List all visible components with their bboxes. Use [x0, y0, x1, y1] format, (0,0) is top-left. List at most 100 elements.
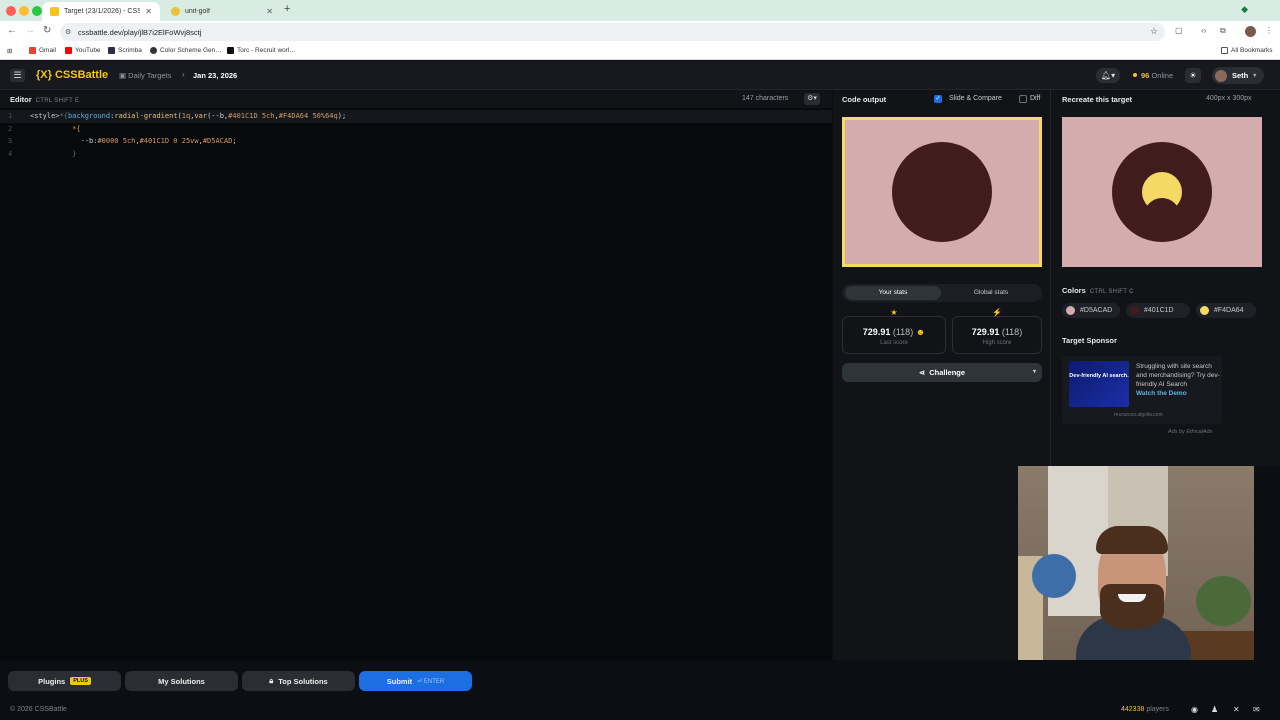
- address-bar[interactable]: cssbattle.dev/play/jlB7i2ElFoWvj8sctj: [60, 23, 1165, 41]
- colors-title: Colors CTRL SHIFT C: [1062, 286, 1134, 295]
- ad-image[interactable]: Dev-friendly AI search.: [1069, 361, 1129, 407]
- watch-demo-link[interactable]: Watch the Demo: [1136, 389, 1221, 398]
- target-image: [1062, 117, 1262, 267]
- share-icon: ⋖: [918, 368, 926, 377]
- players-count: 442338 players: [1121, 706, 1169, 713]
- editor-title: Editor CTRL SHIFT E: [10, 95, 80, 104]
- menu-hamburger-icon[interactable]: ☰: [10, 69, 25, 82]
- target-inner-maroon-circle: [1144, 198, 1180, 234]
- bookmark-gmail[interactable]: Gmail: [29, 47, 56, 54]
- github-icon[interactable]: ♟: [1211, 705, 1218, 714]
- user-menu[interactable]: Seth ▾: [1212, 67, 1264, 84]
- target-title: Recreate this target: [1062, 95, 1133, 104]
- code-line[interactable]: 1 <style>*{background:radial-gradient(1q…: [0, 110, 832, 123]
- bookmark-youtube[interactable]: YouTube: [65, 47, 101, 54]
- close-window-button[interactable]: [6, 6, 16, 16]
- bookmark-star-icon[interactable]: ☆: [1150, 26, 1158, 37]
- cool-emoji-icon: ☻: [915, 327, 926, 337]
- color-dot: [1200, 306, 1209, 315]
- maximize-window-button[interactable]: [32, 6, 42, 16]
- editor-settings-gear-icon[interactable]: ⚙▾: [804, 93, 820, 105]
- target-sponsor-title: Target Sponsor: [1062, 336, 1117, 345]
- code-line[interactable]: 2 *{: [0, 123, 832, 136]
- browser-menu-icon[interactable]: ⋮: [1265, 26, 1273, 35]
- footer: © 2026 CSSBattle 442338 players ◉ ♟ ✕ ✉: [0, 704, 1280, 720]
- my-solutions-button[interactable]: My Solutions: [125, 671, 238, 691]
- color-swatch-maroon[interactable]: #401C1D: [1126, 303, 1190, 318]
- cssbattle-logo[interactable]: {X} CSSBattle: [36, 69, 108, 81]
- extension-icon[interactable]: ◆: [1241, 4, 1248, 15]
- ads-by-ethicalads[interactable]: Ads by EthicalAds: [1168, 429, 1212, 435]
- star-icon: ★: [890, 308, 898, 317]
- code-editor-pane: Editor CTRL SHIFT E 147 characters ⚙▾ 1 <…: [0, 90, 832, 660]
- color-swatch-pink[interactable]: #D5ACAD: [1062, 303, 1120, 318]
- tab-global-stats[interactable]: Global stats: [943, 286, 1039, 300]
- close-tab-icon[interactable]: ✕: [266, 7, 273, 16]
- site-settings-icon[interactable]: ⚙: [65, 28, 71, 36]
- browser-tab-strip: Target (23/1/2026) - CSSBatt… ✕ unit-gol…: [0, 0, 1280, 21]
- breadcrumb-daily-targets[interactable]: ▣ Daily Targets: [119, 71, 171, 80]
- target-size: 400px x 300px: [1206, 95, 1252, 102]
- cssbattle-favicon-icon: [50, 7, 59, 16]
- diff-label[interactable]: Diff: [1030, 95, 1040, 102]
- forward-icon[interactable]: →: [25, 25, 35, 36]
- chevron-right-icon: ›: [182, 70, 185, 79]
- target-date: Jan 23, 2026: [193, 71, 238, 80]
- close-tab-icon[interactable]: ✕: [145, 7, 152, 16]
- bookmark-torc[interactable]: Torc - Recruit worl…: [227, 47, 296, 54]
- code-output-title: Code output: [842, 95, 887, 104]
- globe-image: [1032, 554, 1076, 598]
- extensions-puzzle-icon[interactable]: ▢: [1175, 26, 1183, 35]
- action-bar: Plugins PLUS My Solutions 🔒︎ Top Solutions…: [0, 660, 1280, 704]
- chevron-down-icon[interactable]: ▾: [1033, 368, 1036, 375]
- mail-icon[interactable]: ✉: [1253, 705, 1260, 714]
- torc-icon: [227, 47, 234, 54]
- editor-header: Editor CTRL SHIFT E 147 characters ⚙▾: [0, 90, 832, 108]
- plugins-button[interactable]: Plugins PLUS: [8, 671, 121, 691]
- color-swatch-yellow[interactable]: #F4DA64: [1196, 303, 1256, 318]
- high-score-card: ⚡ 729.91 (118) High score: [952, 308, 1042, 354]
- user-avatar: [1215, 69, 1227, 82]
- reload-icon[interactable]: ↻: [43, 25, 51, 36]
- ad-text[interactable]: Struggling with site search and merchand…: [1136, 362, 1221, 398]
- profile-avatar[interactable]: [1245, 26, 1256, 37]
- slide-compare-checkbox[interactable]: ✓: [934, 95, 942, 103]
- bookmarks-bar: ⊞ Gmail YouTube Scrimba Color Scheme Gen…: [0, 43, 1280, 60]
- folder-icon: [1221, 47, 1228, 54]
- slide-compare-label[interactable]: Slide & Compare: [949, 95, 1002, 102]
- color-dot: [1066, 306, 1075, 315]
- theme-toggle-sun-icon[interactable]: ☀: [1185, 68, 1201, 83]
- all-bookmarks[interactable]: All Bookmarks: [1221, 47, 1273, 54]
- chevron-down-icon: ▾: [1253, 73, 1257, 79]
- url-text: cssbattle.dev/play/jlB7i2ElFoWvj8sctj: [78, 27, 202, 37]
- bookmark-color-scheme[interactable]: Color Scheme Gen…: [150, 47, 222, 54]
- devtools-icon[interactable]: ‹›: [1201, 26, 1206, 35]
- tab-your-stats[interactable]: Your stats: [845, 286, 941, 300]
- target-pane: Recreate this target 400px x 300px Color…: [1051, 90, 1280, 466]
- back-icon[interactable]: ←: [7, 25, 17, 36]
- sponsor-ad[interactable]: Dev-friendly AI search. Struggling with …: [1062, 356, 1222, 424]
- x-twitter-icon[interactable]: ✕: [1233, 705, 1240, 714]
- diff-checkbox[interactable]: [1019, 95, 1027, 103]
- color-scheme-icon: [150, 47, 157, 54]
- tab-title: Target (23/1/2026) - CSSBatt…: [64, 8, 141, 15]
- notifications-bell-icon[interactable]: 🔔︎▾: [1096, 68, 1120, 83]
- bookmark-scrimba[interactable]: Scrimba: [108, 47, 142, 54]
- scrimba-icon: [108, 47, 115, 54]
- minimize-window-button[interactable]: [19, 6, 29, 16]
- code-line[interactable]: 3 --b:#0000 5ch,#401C1D 0 25vw,#D5ACAD;: [0, 135, 832, 148]
- online-count: 96 Online: [1133, 71, 1173, 80]
- submit-button[interactable]: Submit ⏎ ENTER: [359, 671, 472, 691]
- discord-icon[interactable]: ◉: [1191, 705, 1198, 714]
- apps-grid-icon[interactable]: ⊞: [7, 47, 12, 55]
- challenge-button[interactable]: ⋖ Challenge ▾: [842, 363, 1042, 382]
- browser-tab-cssbattle[interactable]: Target (23/1/2026) - CSSBatt… ✕: [42, 2, 160, 21]
- cast-icon[interactable]: ⧉: [1220, 26, 1226, 36]
- browser-toolbar: ← → ↻ cssbattle.dev/play/jlB7i2ElFoWvj8s…: [0, 21, 1280, 43]
- code-output-preview[interactable]: [842, 117, 1042, 267]
- new-tab-icon[interactable]: +: [284, 3, 290, 15]
- browser-tab-unit-golf[interactable]: unit-golf ✕: [163, 2, 281, 21]
- top-solutions-button[interactable]: 🔒︎ Top Solutions: [242, 671, 355, 691]
- code-line[interactable]: 4 }: [0, 148, 832, 161]
- code-area[interactable]: 1 <style>*{background:radial-gradient(1q…: [0, 110, 832, 160]
